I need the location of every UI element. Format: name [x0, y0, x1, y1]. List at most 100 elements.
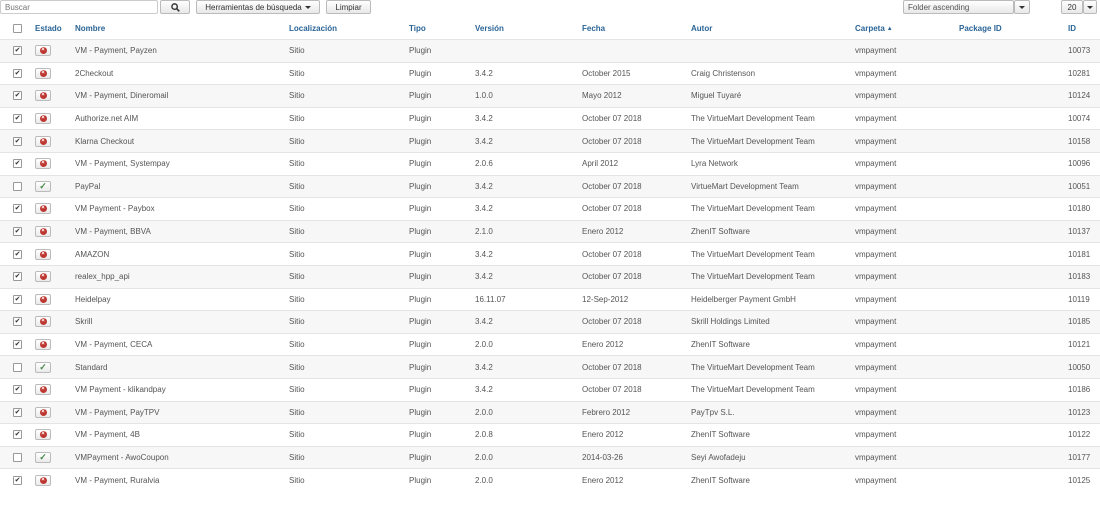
- status-toggle[interactable]: ×: [35, 384, 51, 396]
- row-checkbox-checked[interactable]: ✔: [13, 475, 22, 485]
- table-row: ✔ × VM - Payment, PayTPV Sitio Plugin 2.0.0 Fe…: [0, 400, 1100, 424]
- row-checkbox[interactable]: [13, 362, 22, 372]
- row-checkbox-checked[interactable]: ✔: [13, 385, 22, 395]
- extension-name: VM Payment - klikandpay: [75, 385, 166, 395]
- search-tools-button[interactable]: Herramientas de búsqueda: [196, 0, 320, 14]
- extension-author: Seyi Awofadeju: [691, 452, 746, 462]
- row-checkbox[interactable]: [13, 452, 22, 462]
- sort-select-toggle[interactable]: [1014, 0, 1030, 14]
- row-checkbox-checked[interactable]: ✔: [13, 91, 22, 101]
- limit-select-toggle[interactable]: [1083, 0, 1097, 14]
- status-toggle[interactable]: ×: [35, 316, 51, 328]
- column-type[interactable]: Tipo: [409, 18, 426, 39]
- column-date[interactable]: Fecha: [582, 18, 605, 39]
- status-toggle[interactable]: ×: [35, 293, 51, 305]
- status-toggle[interactable]: ×: [35, 45, 51, 57]
- sort-select[interactable]: Folder ascending: [903, 0, 1014, 14]
- extension-location: Sitio: [289, 407, 305, 417]
- row-checkbox-checked[interactable]: ✔: [13, 136, 22, 146]
- row-checkbox-checked[interactable]: ✔: [13, 46, 22, 56]
- extension-location: Sitio: [289, 249, 305, 259]
- extension-version: 3.4.2: [475, 114, 493, 124]
- extension-id: 10096: [1068, 159, 1091, 169]
- extension-id: 10119: [1068, 294, 1090, 304]
- status-toggle[interactable]: ×: [35, 90, 51, 102]
- status-toggle[interactable]: ×: [35, 135, 51, 147]
- row-checkbox-checked[interactable]: ✔: [13, 227, 22, 237]
- extension-id: 10181: [1068, 249, 1091, 259]
- extension-folder: vmpayment: [855, 91, 897, 101]
- extension-name: VM - Payment, 4B: [75, 430, 140, 440]
- status-toggle[interactable]: ×: [35, 474, 51, 486]
- extension-name: Authorize.net AIM: [75, 114, 139, 124]
- extension-name: VM - Payment, Systempay: [75, 159, 170, 169]
- status-toggle[interactable]: ✓: [35, 180, 51, 192]
- column-version[interactable]: Versión: [475, 18, 504, 39]
- extension-folder: vmpayment: [855, 430, 897, 440]
- status-toggle[interactable]: ✓: [35, 361, 51, 373]
- clear-button[interactable]: Limpiar: [326, 0, 371, 14]
- row-checkbox-checked[interactable]: ✔: [13, 430, 22, 440]
- extension-author: Skrill Holdings Limited: [691, 317, 770, 327]
- row-checkbox-checked[interactable]: ✔: [13, 407, 22, 417]
- disabled-x-icon: ×: [39, 205, 47, 213]
- extension-type: Plugin: [409, 114, 432, 124]
- status-toggle[interactable]: ×: [35, 226, 51, 238]
- column-package-id[interactable]: Package ID: [959, 18, 1002, 39]
- row-checkbox-checked[interactable]: ✔: [13, 272, 22, 282]
- extension-date: 2014-03-26: [582, 452, 623, 462]
- extension-date: October 07 2018: [582, 362, 642, 372]
- extension-type: Plugin: [409, 385, 432, 395]
- row-checkbox-checked[interactable]: ✔: [13, 249, 22, 259]
- row-checkbox-checked[interactable]: ✔: [13, 317, 22, 327]
- column-author[interactable]: Autor: [691, 18, 712, 39]
- extension-version: 2.0.0: [475, 452, 493, 462]
- search-input[interactable]: [0, 0, 158, 14]
- table-header: Estado Nombre Localización Tipo Versión …: [0, 18, 1100, 39]
- status-toggle[interactable]: ×: [35, 113, 51, 125]
- row-checkbox-checked[interactable]: ✔: [13, 340, 22, 350]
- extension-name: AMAZON: [75, 249, 110, 259]
- extension-date: October 07 2018: [582, 317, 642, 327]
- status-toggle[interactable]: ×: [35, 203, 51, 215]
- extension-location: Sitio: [289, 272, 305, 282]
- status-toggle[interactable]: ×: [35, 271, 51, 283]
- extension-folder: vmpayment: [855, 452, 897, 462]
- row-checkbox-checked[interactable]: ✔: [13, 204, 22, 214]
- select-all-checkbox[interactable]: [13, 24, 22, 33]
- row-checkbox-checked[interactable]: ✔: [13, 159, 22, 169]
- extension-id: 10180: [1068, 204, 1091, 214]
- search-button[interactable]: [160, 0, 190, 14]
- status-toggle[interactable]: ×: [35, 67, 51, 79]
- search-icon: [170, 2, 180, 12]
- sort-ascending-icon: ▲: [886, 25, 893, 32]
- status-toggle[interactable]: ×: [35, 158, 51, 170]
- row-checkbox-checked[interactable]: ✔: [13, 68, 22, 78]
- status-toggle[interactable]: ×: [35, 248, 51, 260]
- row-checkbox[interactable]: [13, 181, 22, 191]
- row-checkbox-checked[interactable]: ✔: [13, 294, 22, 304]
- column-name[interactable]: Nombre: [75, 18, 105, 39]
- column-id[interactable]: ID: [1068, 18, 1076, 39]
- extension-date: October 07 2018: [582, 249, 642, 259]
- extension-version: 3.4.2: [475, 272, 493, 282]
- extension-id: 10281: [1068, 68, 1091, 78]
- status-toggle[interactable]: ×: [35, 406, 51, 418]
- extension-author: Heidelberger Payment GmbH: [691, 294, 796, 304]
- extension-date: Enero 2012: [582, 475, 624, 485]
- column-folder[interactable]: Carpeta ▲: [855, 18, 893, 39]
- extension-name: Standard: [75, 362, 108, 372]
- status-toggle[interactable]: ×: [35, 429, 51, 441]
- status-toggle[interactable]: ×: [35, 339, 51, 351]
- status-toggle[interactable]: ✓: [35, 451, 51, 463]
- table-row: ✔ × VM Payment - klikandpay Sitio Plugin 3.4.…: [0, 377, 1100, 401]
- limit-select[interactable]: 20: [1061, 0, 1083, 14]
- extension-author: The VirtueMart Development Team: [691, 385, 815, 395]
- extension-name: PayPal: [75, 181, 101, 191]
- column-location[interactable]: Localización: [289, 18, 337, 39]
- extension-version: 2.1.0: [475, 227, 493, 237]
- column-state[interactable]: Estado: [35, 18, 62, 39]
- caret-down-icon: [1087, 5, 1093, 9]
- row-checkbox-checked[interactable]: ✔: [13, 114, 22, 124]
- extension-name: Heidelpay: [75, 294, 111, 304]
